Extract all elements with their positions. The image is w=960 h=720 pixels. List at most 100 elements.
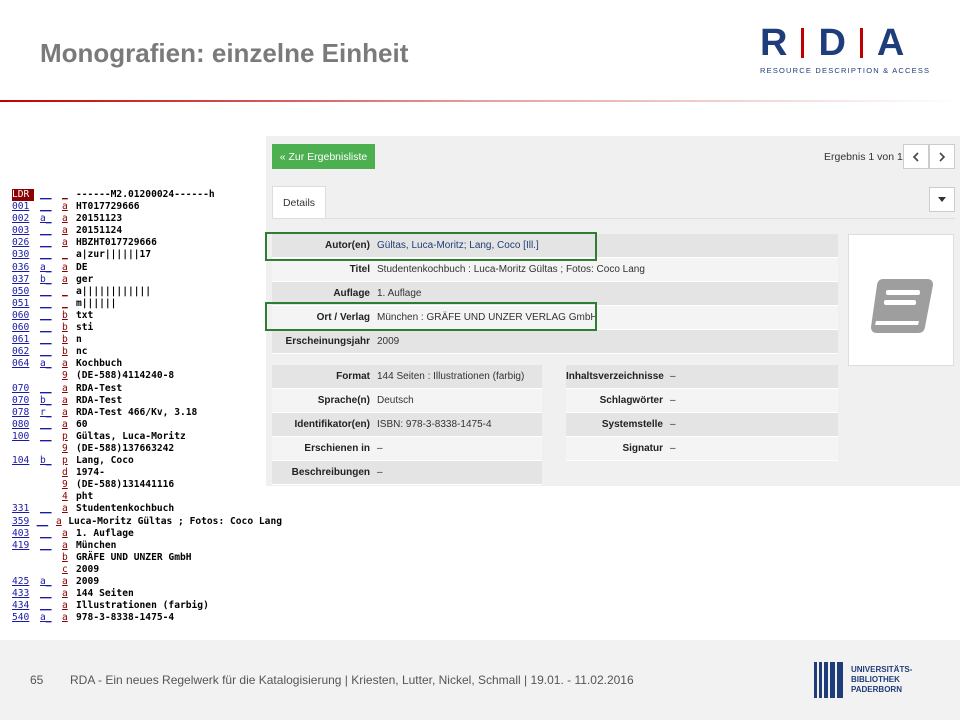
marc-subfield[interactable]: 9 bbox=[62, 370, 76, 382]
marc-tag[interactable]: 060 bbox=[12, 310, 40, 322]
marc-indicator[interactable]: __ bbox=[40, 249, 62, 261]
marc-subfield[interactable]: b bbox=[62, 346, 76, 358]
marc-subfield[interactable]: a bbox=[62, 540, 76, 552]
marc-indicator[interactable]: __ bbox=[40, 286, 62, 298]
marc-tag[interactable]: 050 bbox=[12, 286, 40, 298]
marc-subfield[interactable]: b bbox=[62, 322, 76, 334]
marc-tag[interactable]: 001 bbox=[12, 201, 40, 213]
marc-subfield[interactable]: a bbox=[62, 588, 76, 600]
marc-subfield[interactable]: d bbox=[62, 467, 76, 479]
marc-indicator[interactable]: __ bbox=[40, 189, 62, 201]
marc-indicator[interactable]: __ bbox=[40, 503, 62, 515]
marc-subfield[interactable]: a bbox=[62, 576, 76, 588]
marc-indicator[interactable]: __ bbox=[40, 201, 62, 213]
marc-subfield[interactable]: a bbox=[62, 600, 76, 612]
marc-indicator[interactable]: __ bbox=[40, 431, 62, 443]
marc-tag[interactable]: 331 bbox=[12, 503, 40, 515]
marc-tag[interactable]: 078 bbox=[12, 407, 40, 419]
marc-indicator[interactable]: a_ bbox=[40, 262, 62, 274]
marc-tag[interactable]: 064 bbox=[12, 358, 40, 370]
marc-subfield[interactable]: c bbox=[62, 564, 76, 576]
next-result-button[interactable] bbox=[929, 144, 955, 169]
marc-subfield[interactable]: a bbox=[62, 225, 76, 237]
marc-tag[interactable]: 080 bbox=[12, 419, 40, 431]
marc-tag[interactable]: LDR bbox=[12, 189, 34, 202]
marc-indicator[interactable]: b_ bbox=[40, 455, 62, 467]
marc-subfield[interactable]: 9 bbox=[62, 479, 76, 491]
marc-tag[interactable]: 002 bbox=[12, 213, 40, 225]
marc-indicator[interactable]: r_ bbox=[40, 407, 62, 419]
marc-subfield[interactable]: b bbox=[62, 334, 76, 346]
marc-tag[interactable]: 403 bbox=[12, 528, 40, 540]
marc-tag[interactable]: 003 bbox=[12, 225, 40, 237]
marc-indicator[interactable]: a_ bbox=[40, 213, 62, 225]
marc-subfield[interactable]: a bbox=[62, 201, 76, 213]
marc-subfield[interactable]: a bbox=[62, 262, 76, 274]
marc-indicator[interactable]: __ bbox=[40, 383, 62, 395]
marc-tag[interactable]: 070 bbox=[12, 383, 40, 395]
marc-tag[interactable]: 434 bbox=[12, 600, 40, 612]
marc-tag[interactable]: 061 bbox=[12, 334, 40, 346]
marc-tag[interactable]: 060 bbox=[12, 322, 40, 334]
marc-tag[interactable]: 359 bbox=[12, 516, 37, 528]
marc-tag[interactable]: 425 bbox=[12, 576, 40, 588]
marc-indicator[interactable]: a_ bbox=[40, 612, 62, 624]
marc-subfield[interactable]: a bbox=[56, 516, 68, 528]
marc-indicator[interactable]: __ bbox=[40, 334, 62, 346]
marc-subfield[interactable]: a bbox=[62, 237, 76, 249]
marc-subfield[interactable]: b bbox=[62, 310, 76, 322]
marc-subfield[interactable]: _ bbox=[62, 286, 76, 298]
marc-subfield[interactable]: a bbox=[62, 383, 76, 395]
marc-indicator[interactable]: __ bbox=[40, 322, 62, 334]
marc-subfield[interactable]: a bbox=[62, 274, 76, 286]
marc-subfield[interactable]: p bbox=[62, 431, 76, 443]
prev-result-button[interactable] bbox=[903, 144, 929, 169]
marc-subfield[interactable]: _ bbox=[62, 249, 76, 261]
marc-subfield[interactable]: p bbox=[62, 455, 76, 467]
marc-indicator[interactable]: __ bbox=[37, 516, 56, 528]
tab-dropdown-button[interactable] bbox=[929, 187, 955, 212]
marc-tag[interactable]: 070 bbox=[12, 395, 40, 407]
tab-details[interactable]: Details bbox=[272, 186, 326, 218]
marc-tag[interactable]: 104 bbox=[12, 455, 40, 467]
marc-subfield[interactable]: a bbox=[62, 407, 76, 419]
marc-value: 144 Seiten bbox=[76, 588, 134, 600]
marc-indicator[interactable]: __ bbox=[40, 419, 62, 431]
marc-indicator[interactable]: __ bbox=[40, 237, 62, 249]
marc-subfield[interactable]: b bbox=[62, 552, 76, 564]
marc-subfield[interactable]: 4 bbox=[62, 491, 76, 503]
marc-subfield[interactable]: a bbox=[62, 358, 76, 370]
marc-subfield[interactable]: a bbox=[62, 612, 76, 624]
marc-tag[interactable]: 419 bbox=[12, 540, 40, 552]
marc-subfield[interactable]: a bbox=[62, 528, 76, 540]
marc-tag[interactable]: 540 bbox=[12, 612, 40, 624]
marc-indicator[interactable]: b_ bbox=[40, 274, 62, 286]
marc-tag[interactable]: 030 bbox=[12, 249, 40, 261]
marc-indicator[interactable]: __ bbox=[40, 588, 62, 600]
marc-subfield[interactable]: a bbox=[62, 419, 76, 431]
marc-tag[interactable]: 026 bbox=[12, 237, 40, 249]
marc-subfield[interactable]: a bbox=[62, 503, 76, 515]
marc-tag[interactable]: 433 bbox=[12, 588, 40, 600]
back-to-results-button[interactable]: « Zur Ergebnisliste bbox=[272, 144, 375, 169]
marc-subfield[interactable]: 9 bbox=[62, 443, 76, 455]
marc-indicator[interactable]: __ bbox=[40, 225, 62, 237]
marc-indicator[interactable]: __ bbox=[40, 310, 62, 322]
marc-subfield[interactable]: a bbox=[62, 213, 76, 225]
marc-indicator[interactable]: __ bbox=[40, 528, 62, 540]
marc-indicator[interactable]: a_ bbox=[40, 358, 62, 370]
marc-tag[interactable]: 037 bbox=[12, 274, 40, 286]
marc-indicator[interactable]: b_ bbox=[40, 395, 62, 407]
marc-indicator[interactable]: __ bbox=[40, 298, 62, 310]
marc-tag[interactable]: 051 bbox=[12, 298, 40, 310]
marc-subfield[interactable]: _ bbox=[62, 189, 76, 201]
marc-indicator[interactable]: __ bbox=[40, 540, 62, 552]
marc-tag[interactable]: 036 bbox=[12, 262, 40, 274]
marc-indicator[interactable]: __ bbox=[40, 600, 62, 612]
marc-indicator[interactable]: __ bbox=[40, 346, 62, 358]
marc-tag[interactable]: 100 bbox=[12, 431, 40, 443]
marc-subfield[interactable]: _ bbox=[62, 298, 76, 310]
marc-subfield[interactable]: a bbox=[62, 395, 76, 407]
marc-tag[interactable]: 062 bbox=[12, 346, 40, 358]
marc-indicator[interactable]: a_ bbox=[40, 576, 62, 588]
